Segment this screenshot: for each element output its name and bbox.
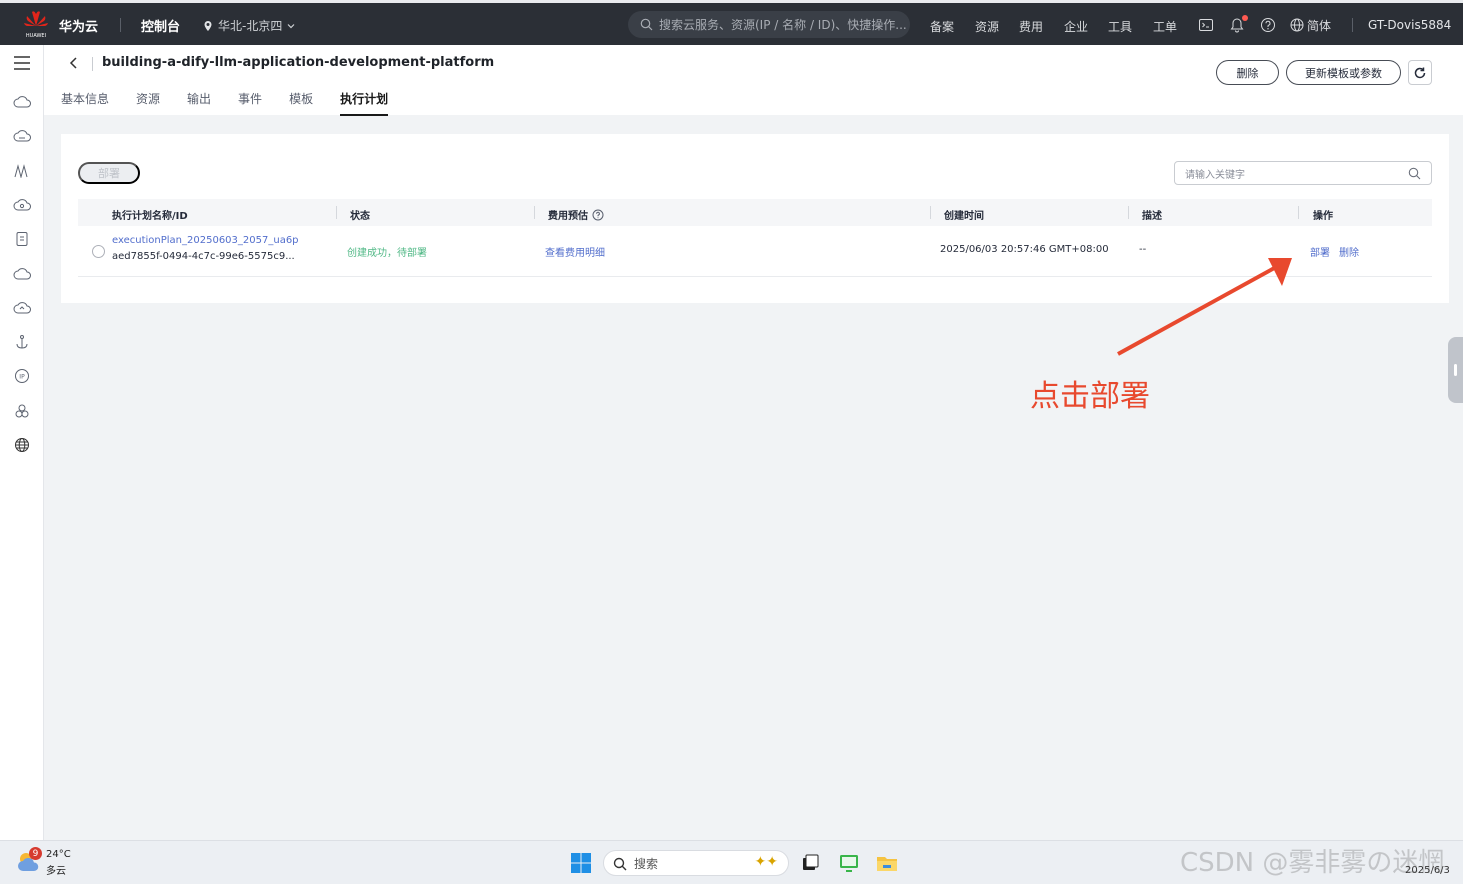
remote-desktop-icon[interactable] xyxy=(837,851,861,875)
help-icon[interactable] xyxy=(1259,16,1277,34)
brand-name[interactable]: 华为云 xyxy=(59,16,98,35)
huawei-logo[interactable]: HUAWEI xyxy=(22,8,50,40)
column-header-cost: 费用预估 xyxy=(548,207,604,222)
update-template-button[interactable]: 更新模板或参数 xyxy=(1286,60,1401,85)
nav-tools[interactable]: 工具 xyxy=(1108,18,1132,35)
divider xyxy=(120,18,121,32)
global-search-placeholder: 搜索云服务、资源(IP / 名称 / ID)、快捷操作... xyxy=(659,18,907,32)
file-explorer-icon[interactable] xyxy=(875,851,899,875)
execution-plan-name-link[interactable]: executionPlan_20250603_2057_ua6p xyxy=(112,235,299,246)
language-switch[interactable]: 简体 xyxy=(1290,16,1336,34)
taskbar-search[interactable]: 搜索 ✦✦ xyxy=(603,850,789,876)
stack-title: building-a-dify-llm-application-developm… xyxy=(102,55,495,70)
taskbar-search-label: 搜索 xyxy=(634,856,659,871)
refresh-icon[interactable] xyxy=(1408,60,1432,85)
execution-plan-id: aed7855f-0494-4c7c-99e6-5575c9... xyxy=(112,251,295,262)
annotation-arrow xyxy=(1117,258,1292,356)
console-link[interactable]: 控制台 xyxy=(141,16,180,35)
cloud-database-icon[interactable] xyxy=(12,126,32,146)
nav-billing[interactable]: 费用 xyxy=(1019,18,1043,35)
copilot-sparkle-icon: ✦✦ xyxy=(754,854,778,870)
notification-dot xyxy=(1242,15,1248,21)
annotation-label: 点击部署 xyxy=(1030,379,1150,414)
nav-beian[interactable]: 备案 xyxy=(930,18,954,35)
column-divider xyxy=(1298,206,1299,219)
cloud-shell-icon[interactable] xyxy=(1197,16,1215,34)
weather-cloudy-icon[interactable]: 9 xyxy=(16,847,42,874)
globe-network-icon[interactable] xyxy=(12,435,32,455)
stack-tabs: 基本信息 资源 输出 事件 模板 执行计划 xyxy=(61,90,415,116)
column-header-created: 创建时间 xyxy=(944,211,984,222)
globe-icon xyxy=(1290,18,1304,32)
weather-temperature: 24°C xyxy=(46,849,71,860)
nav-tickets[interactable]: 工单 xyxy=(1153,18,1177,35)
deploy-action-link[interactable]: 部署 xyxy=(1310,244,1330,259)
table-header: 执行计划名称/ID 状态 费用预估 创建时间 描述 操作 xyxy=(78,199,1432,226)
column-divider xyxy=(930,206,931,219)
cloud-storage-icon[interactable] xyxy=(12,195,32,215)
windows-start-icon[interactable] xyxy=(569,851,593,875)
delete-action-link[interactable]: 删除 xyxy=(1339,244,1359,259)
tab-template[interactable]: 模板 xyxy=(289,90,313,116)
status-text: 创建成功，待部署 xyxy=(347,248,427,259)
cloud-network-icon[interactable] xyxy=(12,298,32,318)
column-header-name: 执行计划名称/ID xyxy=(112,211,188,222)
side-drawer-handle[interactable] xyxy=(1448,337,1463,403)
cloud-icon[interactable] xyxy=(12,264,32,284)
location-pin-icon xyxy=(204,20,212,31)
left-sidebar: IP xyxy=(0,45,44,840)
region-selector[interactable]: 华北-北京四 xyxy=(202,17,296,34)
chevron-down-icon xyxy=(287,23,295,28)
tab-resources[interactable]: 资源 xyxy=(136,90,160,116)
column-divider xyxy=(336,206,337,219)
svg-text:HUAWEI: HUAWEI xyxy=(26,33,46,39)
weather-description: 多云 xyxy=(46,866,66,877)
column-header-description: 描述 xyxy=(1142,211,1162,222)
notification-bell-icon[interactable] xyxy=(1228,15,1248,34)
tab-execution-plans[interactable]: 执行计划 xyxy=(340,90,389,116)
weather-badge: 9 xyxy=(29,847,42,860)
user-account-menu[interactable]: GT-Dovis5884 xyxy=(1368,18,1451,32)
column-header-actions: 操作 xyxy=(1313,211,1333,222)
anchor-icon[interactable] xyxy=(12,332,32,352)
tab-basic-info[interactable]: 基本信息 xyxy=(61,90,109,116)
search-icon xyxy=(613,857,627,871)
column-header-cost-label: 费用预估 xyxy=(548,211,588,222)
column-header-status: 状态 xyxy=(350,211,370,222)
keyword-search-placeholder: 请输入关键字 xyxy=(1185,169,1245,181)
elastic-ip-icon[interactable]: IP xyxy=(12,366,32,386)
page-header: building-a-dify-llm-application-developm… xyxy=(44,45,1463,116)
taskbar-date[interactable]: 2025/6/3 xyxy=(1405,865,1450,876)
row-select-radio[interactable] xyxy=(92,245,105,258)
created-time: 2025/06/03 20:57:46 GMT+08:00 xyxy=(940,244,1109,255)
divider xyxy=(1352,18,1353,32)
task-view-icon[interactable] xyxy=(798,851,822,875)
nav-enterprise[interactable]: 企业 xyxy=(1064,18,1088,35)
cloud-server-icon[interactable] xyxy=(12,92,32,112)
help-icon[interactable] xyxy=(592,209,604,221)
nav-resources[interactable]: 资源 xyxy=(975,18,999,35)
model-arts-icon[interactable] xyxy=(12,161,32,181)
column-divider xyxy=(1128,206,1129,219)
tab-events[interactable]: 事件 xyxy=(238,90,262,116)
language-label: 简体 xyxy=(1307,18,1332,33)
top-navigation-bar: HUAWEI 华为云 控制台 华北-北京四 搜索云服务、资源(IP / 名称 /… xyxy=(0,0,1463,45)
tab-outputs[interactable]: 输出 xyxy=(187,90,211,116)
keyword-search-input[interactable]: 请输入关键字 xyxy=(1174,161,1432,185)
deploy-button-disabled[interactable]: 部署 xyxy=(78,162,140,184)
document-db-icon[interactable] xyxy=(12,229,32,249)
column-divider xyxy=(534,206,535,219)
region-label: 华北-北京四 xyxy=(218,19,283,33)
windows-taskbar: 9 24°C 多云 搜索 ✦✦ CSDN @雾非雾の迷惘 2025/6/3 xyxy=(0,840,1463,884)
svg-text:IP: IP xyxy=(19,374,25,381)
back-arrow-icon[interactable] xyxy=(66,55,82,71)
menu-hamburger-icon[interactable] xyxy=(12,53,32,73)
search-icon xyxy=(640,18,653,31)
view-cost-details-link[interactable]: 查看费用明细 xyxy=(545,244,605,259)
global-search-input[interactable]: 搜索云服务、资源(IP / 名称 / ID)、快捷操作... xyxy=(628,11,910,38)
delete-stack-button[interactable]: 删除 xyxy=(1216,60,1279,85)
title-divider xyxy=(92,57,93,71)
cluster-icon[interactable] xyxy=(12,401,32,421)
search-icon[interactable] xyxy=(1408,167,1421,180)
